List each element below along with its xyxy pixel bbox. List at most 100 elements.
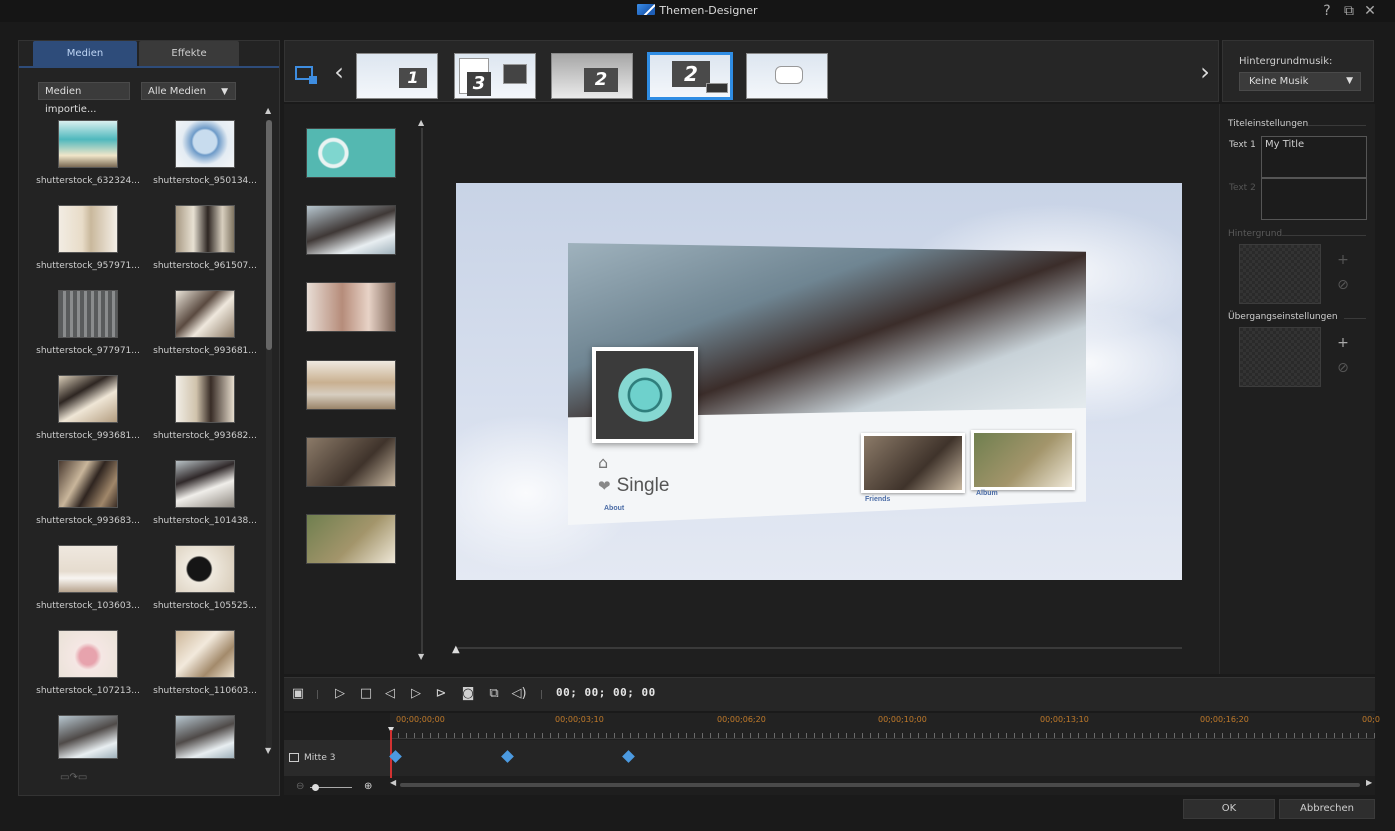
- media-filter-dropdown[interactable]: Alle Medien ▼: [141, 82, 236, 100]
- home-icon: ⌂: [598, 453, 609, 472]
- media-item[interactable]: [149, 715, 261, 765]
- import-media-button[interactable]: Medien importie...: [38, 82, 130, 115]
- restore-button[interactable]: ⧉: [1340, 2, 1358, 20]
- media-thumbnail: [175, 205, 235, 253]
- template-thumbnail[interactable]: 2: [551, 53, 633, 99]
- scroll-down-icon[interactable]: ▼: [418, 652, 424, 661]
- close-button[interactable]: ✕: [1361, 2, 1379, 20]
- media-filename: shutterstock_961507...: [153, 261, 257, 271]
- zoom-out-icon[interactable]: ⊖: [296, 781, 304, 792]
- media-item[interactable]: shutterstock_103603...: [32, 545, 144, 630]
- ruler-label: 00;00;03;10: [555, 715, 604, 724]
- media-item[interactable]: shutterstock_977971...: [32, 290, 144, 375]
- preview-slider-track[interactable]: [456, 647, 1182, 649]
- slot-thumbnail[interactable]: [306, 128, 396, 178]
- slot-thumbnail[interactable]: [306, 360, 396, 410]
- ruler-label: 00;00;10;00: [878, 715, 927, 724]
- add-template-icon[interactable]: [295, 66, 317, 84]
- tab-medien[interactable]: Medien: [33, 41, 137, 67]
- remove-transition-icon[interactable]: ⊘: [1336, 360, 1350, 376]
- background-music-value: Keine Musik: [1249, 76, 1309, 87]
- background-preview[interactable]: [1239, 244, 1321, 304]
- tab-effekte[interactable]: Effekte: [139, 41, 239, 67]
- text1-field[interactable]: My Title: [1261, 136, 1367, 178]
- add-transition-icon[interactable]: +: [1336, 335, 1350, 351]
- card-album-photo: [971, 430, 1075, 490]
- display-mode-icon[interactable]: ⧉: [486, 686, 502, 701]
- media-thumbnail: [58, 375, 118, 423]
- add-background-icon[interactable]: +: [1336, 252, 1350, 268]
- template-next-arrow-icon[interactable]: ›: [1196, 58, 1214, 86]
- timecode-display[interactable]: 00; 00; 00; 00: [556, 686, 656, 699]
- timeline-zoom-slider[interactable]: ⊖ ⊕: [296, 781, 376, 792]
- media-thumbnail: [58, 290, 118, 338]
- slot-thumbnail[interactable]: [306, 437, 396, 487]
- scroll-down-icon[interactable]: ▼: [265, 746, 271, 755]
- track-icon: [289, 753, 299, 762]
- media-item[interactable]: shutterstock_101438...: [149, 460, 261, 545]
- media-item[interactable]: shutterstock_107213...: [32, 630, 144, 715]
- ok-button[interactable]: OK: [1183, 799, 1275, 819]
- storyboard-toggle-icon[interactable]: ▭↷▭: [60, 772, 110, 784]
- stop-icon[interactable]: □: [358, 686, 374, 701]
- slot-thumbnail[interactable]: [306, 514, 396, 564]
- media-item[interactable]: shutterstock_993682...: [149, 375, 261, 460]
- scroll-thumb[interactable]: [266, 120, 272, 350]
- timeline-scrollbar[interactable]: ◀ ▶: [390, 778, 1375, 789]
- media-item[interactable]: shutterstock_961507...: [149, 205, 261, 290]
- media-item[interactable]: shutterstock_632324...: [32, 120, 144, 205]
- media-item[interactable]: shutterstock_993681...: [149, 290, 261, 375]
- template-thumbnail[interactable]: 1: [356, 53, 438, 99]
- scroll-up-icon[interactable]: ▲: [418, 118, 424, 127]
- card-status-text: Single: [616, 475, 670, 496]
- text2-field[interactable]: [1261, 178, 1367, 220]
- fast-forward-icon[interactable]: ⊳: [433, 686, 449, 701]
- template-prev-arrow-icon[interactable]: ‹: [330, 58, 348, 86]
- media-filename: shutterstock_993681...: [36, 431, 140, 441]
- media-item[interactable]: [32, 715, 144, 765]
- ruler-label: 00;00;06;20: [717, 715, 766, 724]
- play-icon[interactable]: ▷: [332, 686, 348, 701]
- scroll-left-icon[interactable]: ◀: [390, 778, 396, 787]
- media-item[interactable]: shutterstock_957971...: [32, 205, 144, 290]
- card-about-label: About: [604, 505, 625, 512]
- media-item[interactable]: shutterstock_105525...: [149, 545, 261, 630]
- zoom-in-icon[interactable]: ⊕: [364, 781, 372, 792]
- text1-label: Text 1: [1229, 140, 1256, 150]
- media-filename: shutterstock_957971...: [36, 261, 140, 271]
- media-item[interactable]: shutterstock_950134...: [149, 120, 261, 205]
- media-filter-value: Alle Medien: [148, 86, 207, 97]
- template-frame: [775, 66, 803, 84]
- text2-label: Text 2: [1229, 183, 1256, 193]
- help-button[interactable]: ?: [1318, 2, 1336, 20]
- remove-background-icon[interactable]: ⊘: [1336, 277, 1350, 293]
- slot-thumbnail[interactable]: [306, 282, 396, 332]
- template-thumbnail-selected[interactable]: 2: [647, 52, 733, 100]
- template-thumbnail[interactable]: 3: [454, 53, 536, 99]
- dropdown-arrow-icon: ▼: [1346, 76, 1353, 86]
- slot-thumbnail[interactable]: [306, 205, 396, 255]
- template-frame: [706, 83, 728, 93]
- heart-icon: ❤: [598, 478, 611, 495]
- template-thumbnail[interactable]: [746, 53, 828, 99]
- next-frame-icon[interactable]: ▷: [408, 686, 424, 701]
- timeline-track[interactable]: [284, 740, 1375, 776]
- preview-mode-icon[interactable]: ▣: [290, 686, 306, 701]
- media-scrollbar[interactable]: ▲ ▼: [265, 106, 273, 760]
- volume-icon[interactable]: ◁): [511, 686, 527, 701]
- transition-preview[interactable]: [1239, 327, 1321, 387]
- background-music-dropdown[interactable]: Keine Musik ▼: [1239, 72, 1361, 91]
- media-item[interactable]: shutterstock_110603...: [149, 630, 261, 715]
- scroll-right-icon[interactable]: ▶: [1366, 778, 1372, 787]
- timeline-scroll-thumb[interactable]: [400, 783, 1360, 787]
- preview-slider-handle[interactable]: ▲: [452, 644, 460, 655]
- slot-scrollbar[interactable]: ▲ ▼: [417, 118, 427, 663]
- previous-frame-icon[interactable]: ◁: [382, 686, 398, 701]
- snapshot-icon[interactable]: ◙: [460, 686, 476, 701]
- media-thumbnail: [175, 460, 235, 508]
- cancel-button[interactable]: Abbrechen: [1279, 799, 1375, 819]
- media-item[interactable]: shutterstock_993681...: [32, 375, 144, 460]
- media-item[interactable]: shutterstock_993683...: [32, 460, 144, 545]
- zoom-handle[interactable]: [312, 784, 319, 791]
- scroll-up-icon[interactable]: ▲: [265, 106, 271, 115]
